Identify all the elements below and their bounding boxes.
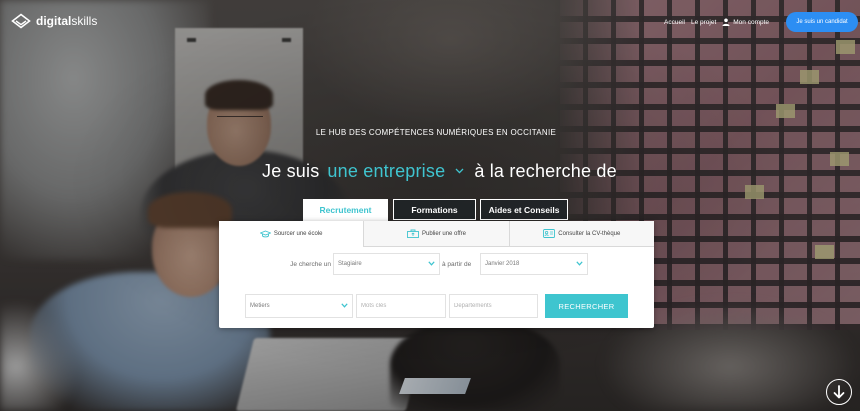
subtab-publier-offre[interactable]: Publier une offre — [363, 221, 509, 247]
nav-link-project[interactable]: Le projet — [691, 19, 716, 26]
search-button[interactable]: RECHERCHER — [545, 294, 628, 318]
profile-selected-value: une entreprise — [327, 161, 446, 181]
main-nav: Accueil Le projet Mon compte — [664, 17, 769, 27]
subtab-cv-theque[interactable]: Consulter la CV-thèque — [508, 221, 654, 247]
candidate-button[interactable]: Je suis un candidat — [786, 12, 858, 32]
logo-text-digital: digital — [36, 14, 72, 28]
profile-type-value: Stagiaire — [338, 261, 362, 267]
keywords-input[interactable] — [356, 294, 446, 318]
hero-tagline: LE HUB DES COMPÉTENCES NUMÉRIQUES EN OCC… — [315, 128, 557, 137]
job-select[interactable]: Metiers — [245, 294, 353, 318]
job-select-value: Metiers — [250, 303, 270, 309]
tab-formations[interactable]: Formations — [393, 199, 476, 220]
profile-selector[interactable]: une entreprise — [327, 160, 464, 182]
graduation-cap-icon — [259, 230, 271, 238]
tab-recrutement[interactable]: Recrutement — [303, 199, 388, 221]
start-date-value: Janvier 2018 — [485, 261, 520, 267]
chevron-down-icon — [341, 303, 348, 308]
headline-suffix: à la recherche de — [474, 161, 617, 181]
subtab-sourcer-ecole[interactable]: Sourcer une école — [219, 221, 364, 247]
chevron-down-icon — [455, 168, 464, 174]
from-date-label: à partir de — [442, 261, 472, 268]
arrow-down-icon — [833, 385, 845, 399]
subtab-label: Sourcer une école — [273, 230, 323, 237]
logo-icon — [11, 13, 31, 29]
briefcase-icon — [407, 229, 419, 238]
logo-text: digitalskills — [36, 14, 97, 28]
logo-text-skills: skills — [71, 14, 98, 28]
nav-link-account[interactable]: Mon compte — [722, 18, 769, 26]
scroll-down-button[interactable] — [826, 379, 852, 405]
nav-link-account-label: Mon compte — [733, 18, 770, 26]
user-icon — [722, 18, 730, 26]
headline-prefix: Je suis — [262, 161, 320, 181]
page: digitalskills Accueil Le projet Mon comp… — [0, 0, 860, 411]
logo[interactable]: digitalskills — [11, 13, 97, 29]
search-panel: Sourcer une école Publier une offre Cons… — [219, 221, 654, 328]
tab-aides-conseils[interactable]: Aides et Conseils — [480, 199, 568, 220]
subtab-bar: Sourcer une école Publier une offre Cons… — [219, 221, 654, 247]
hero-headline: Je suis une entreprise à la recherche de — [262, 160, 617, 182]
chevron-down-icon — [576, 261, 583, 266]
start-date-select[interactable]: Janvier 2018 — [480, 253, 588, 275]
id-card-icon — [543, 229, 556, 238]
profile-type-select[interactable]: Stagiaire — [333, 253, 440, 275]
nav-link-home[interactable]: Accueil — [664, 19, 685, 26]
subtab-label: Publier une offre — [422, 230, 466, 237]
departments-input[interactable] — [449, 294, 538, 318]
looking-for-label: Je cherche un — [290, 261, 331, 268]
subtab-label: Consulter la CV-thèque — [558, 230, 621, 237]
chevron-down-icon — [428, 261, 435, 266]
